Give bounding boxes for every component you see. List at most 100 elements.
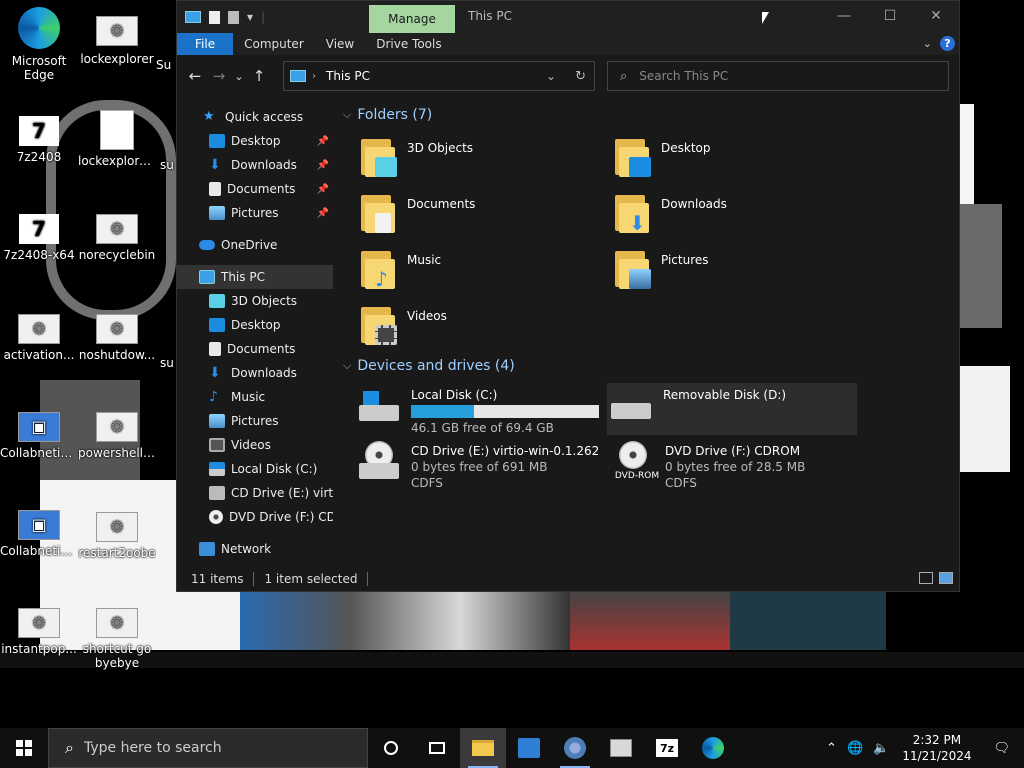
title-bar[interactable]: ▾ | Manage This PC — ☐ ✕ [177, 1, 959, 33]
show-hidden-icons-chevron-icon[interactable]: ⌃ [821, 741, 842, 756]
drive-local-disk-c[interactable]: Local Disk (C:) 46.1 GB free of 69.4 GB [355, 383, 601, 435]
search-input[interactable] [639, 69, 920, 83]
nav-item-desktop[interactable]: Desktop [177, 313, 333, 337]
tab-drive-tools[interactable]: Drive Tools [365, 33, 452, 55]
back-arrow-icon[interactable]: ← [183, 64, 207, 88]
notifications-icon[interactable]: 🗨 [979, 741, 1024, 756]
maximize-button[interactable]: ☐ [867, 1, 913, 31]
customize-toolbar-icon[interactable]: ▾ [247, 10, 253, 24]
nav-item-pictures[interactable]: Pictures 📌 [177, 201, 333, 225]
pin-icon[interactable]: 📌 [317, 184, 329, 195]
taskbar-file-explorer[interactable] [460, 728, 506, 768]
desktop-icon-activation[interactable]: ⚙ activation... [0, 314, 78, 362]
pin-icon[interactable]: 📌 [317, 160, 329, 171]
forward-arrow-icon[interactable]: → [207, 64, 231, 88]
desktop-icon-collabnet-2[interactable]: ▣ Collabnetin... [0, 510, 78, 558]
clock[interactable]: 2:32 PM 11/21/2024 [894, 732, 979, 764]
up-arrow-icon[interactable]: ↑ [247, 64, 271, 88]
taskbar-7zip[interactable]: 7z [644, 728, 690, 768]
desktop-icon-partial[interactable]: Su [156, 58, 176, 72]
desktop-icon-collabnet-1[interactable]: ▣ Collabnetin... [0, 412, 78, 460]
desktop-icon-noshutdown[interactable]: ⚙ noshutdow... [78, 314, 156, 362]
taskbar-computer[interactable] [598, 728, 644, 768]
taskbar-control-panel[interactable] [552, 728, 598, 768]
desktop-icon-7z2408-x64[interactable]: 7 7z2408-x64 [0, 214, 78, 262]
network-computer-icon: ▣ [18, 412, 60, 442]
folder-desktop[interactable]: Desktop [615, 137, 855, 189]
volume-muted-icon[interactable]: 🔈 [868, 741, 894, 756]
group-header-devices[interactable]: ⌵ Devices and drives (4) [343, 358, 515, 374]
search-box[interactable]: ⌕ [607, 61, 949, 91]
nav-this-pc[interactable]: This PC [177, 265, 333, 289]
breadcrumb-chevron-icon[interactable]: › [312, 71, 316, 82]
nav-item-music[interactable]: ♪ Music [177, 385, 333, 409]
folder-pictures[interactable]: Pictures [615, 249, 855, 301]
expand-ribbon-icon[interactable]: ⌄ [923, 37, 932, 50]
address-bar[interactable]: › This PC ⌄ ↻ [283, 61, 595, 91]
desktop-icon-powershell[interactable]: ⚙ powershell_... [78, 412, 156, 460]
desktop-icon-norecyclebin[interactable]: ⚙ norecyclebin [78, 214, 156, 262]
nav-network[interactable]: Network [177, 537, 333, 561]
folder-downloads[interactable]: ⬇ Downloads [615, 193, 855, 245]
properties-icon[interactable] [209, 10, 220, 24]
desktop-icon-instantpop[interactable]: ⚙ instantpop... [0, 608, 78, 656]
desktop-icon-restart2oobe[interactable]: ⚙ restart2oobe [78, 512, 156, 560]
folder-3d-objects[interactable]: 3D Objects [361, 137, 601, 189]
desktop-icon-partial[interactable]: su [160, 158, 176, 172]
help-icon[interactable]: ? [940, 36, 955, 51]
tab-file[interactable]: File [177, 33, 234, 55]
desktop-icon-7z2408[interactable]: 7 7z2408 [0, 116, 78, 164]
address-dropdown-icon[interactable]: ⌄ [546, 69, 556, 83]
desktop-icon-edge[interactable]: Microsoft Edge [0, 6, 78, 82]
network-globe-icon[interactable]: 🌐 [842, 741, 868, 756]
desktop-icon-shortcut-go-byebye[interactable]: ⚙ shortcut go byebye [78, 608, 156, 670]
recent-locations-chevron-icon[interactable]: ⌄ [231, 64, 247, 88]
nav-item-desktop[interactable]: Desktop 📌 [177, 129, 333, 153]
cortana-button[interactable] [368, 728, 414, 768]
nav-item-cd-drive-e[interactable]: CD Drive (E:) virtio-win-0.1.262 [177, 481, 333, 505]
wallpaper-patch [960, 204, 1002, 328]
desktop-icon-lockexplorer[interactable]: ⚙ lockexplorer [78, 14, 156, 66]
folder-music[interactable]: ♪ Music [361, 249, 601, 301]
start-button[interactable] [0, 728, 48, 768]
nav-label: Documents [227, 182, 296, 196]
taskbar-app-store[interactable] [506, 728, 552, 768]
nav-quick-access[interactable]: ★ Quick access [177, 105, 333, 129]
nav-item-downloads[interactable]: ⬇ Downloads 📌 [177, 153, 333, 177]
nav-item-local-disk-c[interactable]: Local Disk (C:) [177, 457, 333, 481]
task-view-button[interactable] [414, 728, 460, 768]
minimize-button[interactable]: — [821, 1, 867, 31]
nav-onedrive[interactable]: OneDrive [177, 233, 333, 257]
folder-documents[interactable]: Documents [361, 193, 601, 245]
drive-cd-e[interactable]: CD Drive (E:) virtio-win-0.1.262 0 bytes… [355, 439, 601, 491]
nav-item-documents[interactable]: Documents [177, 337, 333, 361]
tab-manage[interactable]: Manage [369, 5, 455, 33]
pin-icon[interactable]: 📌 [317, 136, 329, 147]
details-view-icon[interactable] [919, 572, 933, 584]
tab-computer[interactable]: Computer [233, 33, 315, 55]
desktop-icon-partial[interactable]: su [160, 356, 176, 370]
nav-item-documents[interactable]: Documents 📌 [177, 177, 333, 201]
nav-item-dvd-drive-f[interactable]: DVD Drive (F:) CDROM [177, 505, 333, 529]
folder-videos[interactable]: Videos [361, 305, 601, 357]
group-header-folders[interactable]: ⌵ Folders (7) [343, 107, 432, 123]
nav-label: DVD Drive (F:) CDROM [229, 510, 333, 524]
pin-icon[interactable]: 📌 [317, 208, 329, 219]
nav-item-videos[interactable]: Videos [177, 433, 333, 457]
desktop-icon-lockexplorer-doc[interactable]: lockexplore... [78, 110, 156, 168]
breadcrumb[interactable]: This PC [326, 69, 370, 83]
taskbar-search-input[interactable] [83, 740, 354, 756]
nav-item-3d-objects[interactable]: 3D Objects [177, 289, 333, 313]
drive-removable-d[interactable]: Removable Disk (D:) [607, 383, 857, 435]
refresh-icon[interactable]: ↻ [575, 69, 586, 84]
drive-dvd-f[interactable]: DVD-ROM DVD Drive (F:) CDROM 0 bytes fre… [609, 439, 855, 491]
taskbar-search-box[interactable]: ⌕ [48, 728, 368, 768]
nav-item-downloads[interactable]: ⬇ Downloads [177, 361, 333, 385]
taskbar-edge[interactable] [690, 728, 736, 768]
close-button[interactable]: ✕ [913, 1, 959, 31]
new-folder-icon[interactable] [228, 10, 239, 24]
tab-view[interactable]: View [315, 33, 365, 55]
large-icons-view-icon[interactable] [939, 572, 953, 584]
desktop-icon-label: restart2oobe [78, 546, 156, 560]
nav-item-pictures[interactable]: Pictures [177, 409, 333, 433]
